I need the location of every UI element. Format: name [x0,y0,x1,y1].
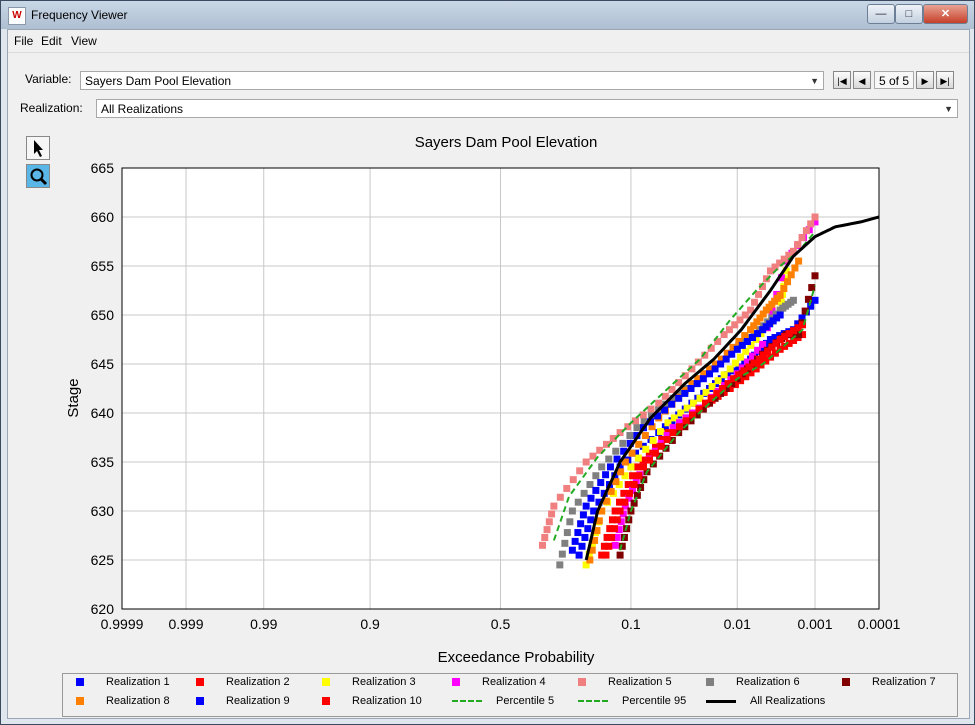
pointer-tool-button[interactable] [26,136,50,160]
client-area: File Edit View Variable: Sayers Dam Pool… [7,29,970,719]
realization-select-value: All Realizations [101,102,184,116]
menu-bar: File Edit View [8,30,969,53]
variable-select[interactable]: Sayers Dam Pool Elevation ▼ [80,71,824,90]
variable-label: Variable: [25,72,72,86]
next-icon: ▶ [921,76,929,86]
menu-file[interactable]: File [14,34,33,48]
first-button[interactable]: |◀ [833,71,851,89]
menu-view[interactable]: View [71,34,97,48]
first-icon: |◀ [837,76,847,86]
chevron-down-icon: ▼ [810,76,819,86]
minimize-button[interactable]: — [867,4,895,24]
chevron-down-icon: ▼ [944,104,953,114]
title-bar[interactable]: W Frequency Viewer — □ ✕ [1,1,974,29]
maximize-button[interactable]: □ [895,4,923,24]
variable-select-value: Sayers Dam Pool Elevation [85,74,232,88]
page-counter: 5 of 5 [874,71,914,89]
app-window: W Frequency Viewer — □ ✕ File Edit View … [0,0,975,725]
next-button[interactable]: ▶ [916,71,934,89]
window-title: Frequency Viewer [31,8,128,22]
previous-button[interactable]: ◀ [853,71,871,89]
app-icon: W [8,7,26,25]
close-button[interactable]: ✕ [923,4,968,24]
zoom-icon [30,168,48,186]
last-button[interactable]: ▶| [936,71,954,89]
pointer-icon [34,140,43,157]
prev-icon: ◀ [858,76,866,86]
realization-select[interactable]: All Realizations ▼ [96,99,958,118]
menu-edit[interactable]: Edit [41,34,62,48]
realization-label: Realization: [20,101,83,115]
zoom-tool-button[interactable] [26,164,50,188]
chart-legend [62,673,958,717]
last-icon: ▶| [940,76,950,86]
